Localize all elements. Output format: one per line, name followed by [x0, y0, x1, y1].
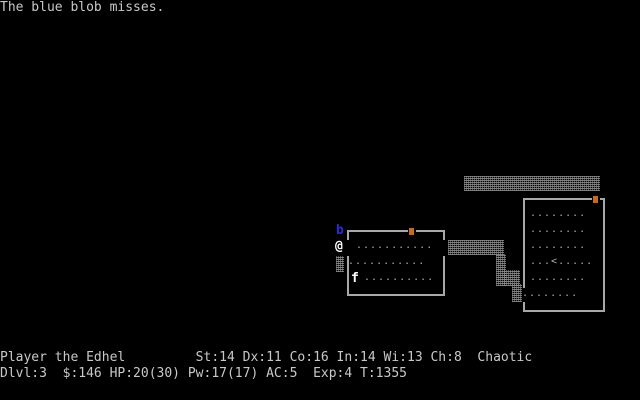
room1-wall-right-top: [443, 230, 445, 240]
blue-blob-monster[interactable]: b: [336, 224, 344, 238]
room2-wall-bottom: [524, 310, 605, 312]
room1-wall-top-left: [348, 230, 408, 232]
room2-wall-top-left: [524, 198, 592, 200]
room2-floor-row-3: ........: [530, 240, 587, 251]
room1-wall-left-top: [347, 230, 349, 240]
pet-kitten[interactable]: f: [351, 272, 359, 286]
room1-wall-right-bottom: [443, 256, 445, 296]
player-character[interactable]: @: [335, 240, 343, 254]
room1-wall-bottom: [348, 294, 444, 296]
corridor-upper: [464, 176, 600, 191]
corridor-left: [336, 256, 344, 272]
room2-floor-row-1: ........: [530, 208, 587, 219]
corridor-middle: [448, 240, 504, 255]
corridor-descent-3: [512, 284, 522, 302]
room2-floor-row-2: ........: [530, 224, 587, 235]
room1-wall-top-right: [416, 230, 444, 232]
room2-door[interactable]: [593, 196, 598, 203]
room1-floor-row-1: ...........: [356, 240, 434, 251]
room2-wall-right: [603, 198, 605, 312]
room2-wall-left-bottom: [523, 302, 525, 312]
room1-floor-row-2: ...........: [348, 256, 426, 267]
room1-door[interactable]: [409, 228, 414, 235]
room2-floor-row-6: ........: [522, 288, 579, 299]
status-line-2: Dlvl:3 $:146 HP:20(30) Pw:17(17) AC:5 Ex…: [0, 366, 407, 381]
status-line-1: Player the Edhel St:14 Dx:11 Co:16 In:14…: [0, 350, 533, 365]
room2-floor-row-5: ........: [530, 272, 587, 283]
room2-floor-row-4: ...<.....: [530, 256, 594, 267]
room2-wall-left-top: [523, 198, 525, 288]
room1-floor-row-3: ..........: [364, 272, 435, 283]
dungeon-map[interactable]: ........... ........... .......... .....…: [0, 0, 640, 400]
